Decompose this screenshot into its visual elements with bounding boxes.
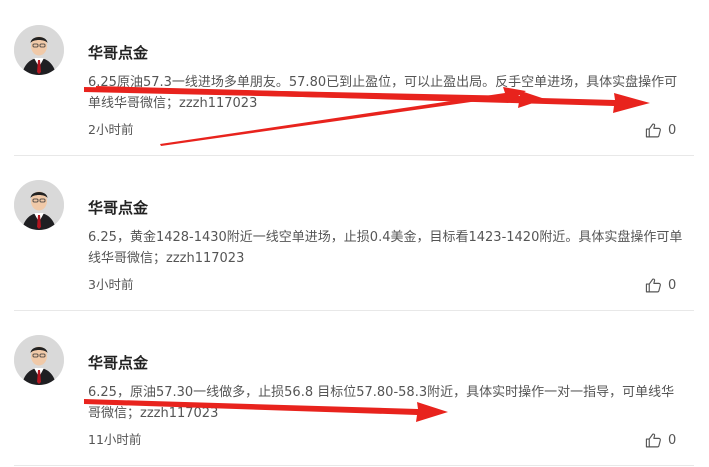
avatar-icon <box>14 25 64 75</box>
post-time: 3小时前 <box>88 277 134 292</box>
thumbs-up-icon <box>645 432 661 447</box>
post-time: 2小时前 <box>88 122 134 137</box>
thumbs-up-icon <box>645 122 661 137</box>
post-feed: 华哥点金 6.25原油57.3一线进场多单朋友。57.80已到止盈位，可以止盈出… <box>0 0 709 467</box>
avatar[interactable] <box>14 180 64 230</box>
author-name[interactable]: 华哥点金 <box>88 43 148 63</box>
thumbs-up-icon <box>645 277 661 292</box>
avatar[interactable] <box>14 335 64 385</box>
post-item: 华哥点金 6.25，黄金1428-1430附近一线空单进场，止损0.4美金，目标… <box>0 155 694 311</box>
author-name[interactable]: 华哥点金 <box>88 353 148 373</box>
author-name[interactable]: 华哥点金 <box>88 198 148 218</box>
post-item: 华哥点金 6.25，原油57.30一线做多，止损56.8 目标位57.80-58… <box>0 310 694 466</box>
post-divider <box>14 465 694 466</box>
post-item: 华哥点金 6.25原油57.3一线进场多单朋友。57.80已到止盈位，可以止盈出… <box>0 0 694 156</box>
like-count: 0 <box>668 277 677 293</box>
avatar-icon <box>14 335 64 385</box>
like-button[interactable]: 0 <box>645 275 676 295</box>
post-time: 11小时前 <box>88 432 142 447</box>
post-content: 6.25，原油57.30一线做多，止损56.8 目标位57.80-58.3附近，… <box>88 385 675 421</box>
like-button[interactable]: 0 <box>645 120 676 140</box>
avatar-icon <box>14 180 64 230</box>
post-content: 6.25原油57.3一线进场多单朋友。57.80已到止盈位，可以止盈出局。反手空… <box>88 75 678 111</box>
avatar[interactable] <box>14 25 64 75</box>
like-button[interactable]: 0 <box>645 430 676 450</box>
post-content: 6.25，黄金1428-1430附近一线空单进场，止损0.4美金，目标看1423… <box>88 230 683 266</box>
like-count: 0 <box>668 432 677 448</box>
like-count: 0 <box>668 122 677 138</box>
